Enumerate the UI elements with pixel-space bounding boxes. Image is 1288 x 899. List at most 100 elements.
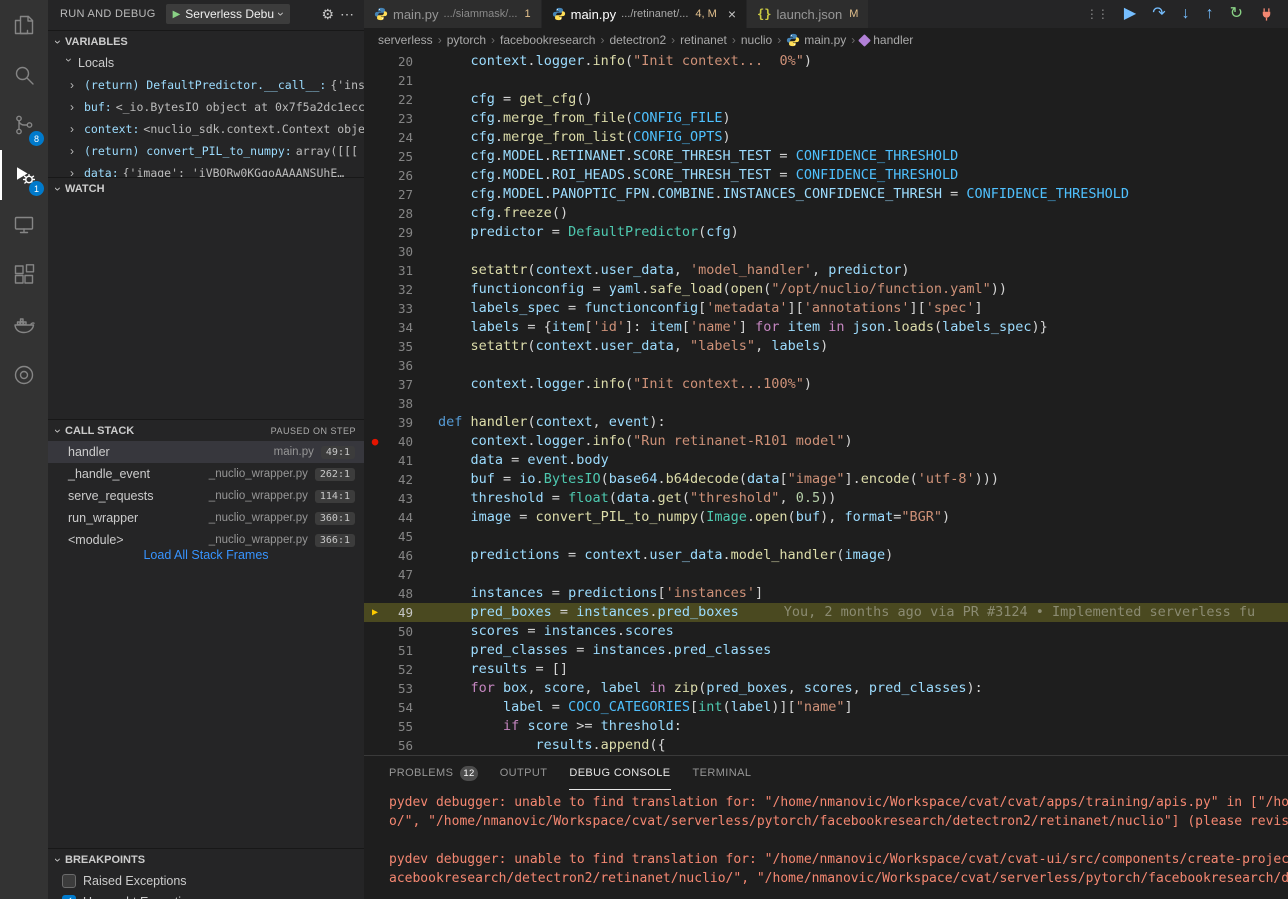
code-text[interactable]: instances = predictions['instances'] (413, 584, 1288, 603)
breakpoints-section-header[interactable]: › BREAKPOINTS (48, 848, 364, 870)
gutter-margin[interactable] (364, 185, 386, 204)
drag-handle-icon[interactable]: ⋮⋮ (1086, 8, 1108, 20)
code-text[interactable]: cfg.MODEL.RETINANET.SCORE_THRESH_TEST = … (413, 147, 1288, 166)
gutter-margin[interactable] (364, 565, 386, 584)
code-text[interactable]: cfg.MODEL.PANOPTIC_FPN.COMBINE.INSTANCES… (413, 185, 1288, 204)
gutter-margin[interactable] (364, 413, 386, 432)
code-text[interactable]: buf = io.BytesIO(base64.b64decode(data["… (413, 470, 1288, 489)
docker-icon[interactable] (0, 300, 48, 350)
code-text[interactable]: predictions = context.user_data.model_ha… (413, 546, 1288, 565)
disconnect-button-icon[interactable] (1259, 7, 1274, 22)
breadcrumb-item[interactable]: nuclio (741, 33, 772, 47)
gutter-margin[interactable] (364, 527, 386, 546)
gutter-margin[interactable] (364, 622, 386, 641)
code-text[interactable] (413, 242, 1288, 261)
gutter-margin[interactable] (364, 679, 386, 698)
gutter-margin[interactable] (364, 90, 386, 109)
start-debugging-icon[interactable]: ▶ (173, 9, 181, 20)
gutter-margin[interactable] (364, 394, 386, 413)
editor-tab[interactable]: main.py.../retinanet/...4, M× (542, 0, 747, 28)
gutter-margin[interactable] (364, 470, 386, 489)
code-text[interactable]: context.logger.info("Init context... 0%"… (413, 52, 1288, 71)
variable-item[interactable]: ›context:<nuclio_sdk.context.Context obj… (48, 118, 364, 140)
gutter-margin[interactable] (364, 280, 386, 299)
variable-item[interactable]: ›(return) convert_PIL_to_numpy:array([[[… (48, 140, 364, 162)
panel-tab-terminal[interactable]: TERMINAL (693, 756, 752, 790)
code-editor[interactable]: 20 context.logger.info("Init context... … (364, 52, 1288, 755)
panel-tab-output[interactable]: OUTPUT (500, 756, 548, 790)
panel-tab-debug-console[interactable]: DEBUG CONSOLE (569, 756, 670, 790)
gutter-margin[interactable] (364, 660, 386, 679)
code-text[interactable]: if score >= threshold: (413, 717, 1288, 736)
code-text[interactable]: cfg.merge_from_file(CONFIG_FILE) (413, 109, 1288, 128)
breakpoint-dot[interactable]: ● (364, 432, 386, 451)
gutter-margin[interactable] (364, 204, 386, 223)
code-text[interactable] (413, 565, 1288, 584)
checkbox[interactable] (62, 874, 76, 888)
code-text[interactable]: pred_boxes = instances.pred_boxesYou, 2 … (413, 603, 1288, 622)
continue-button-icon[interactable]: ▶ (1124, 6, 1136, 22)
breadcrumb-item[interactable]: retinanet (680, 33, 727, 47)
step-over-button-icon[interactable]: ↷ (1152, 6, 1165, 22)
gutter-margin[interactable] (364, 698, 386, 717)
variable-item[interactable]: ›(return) DefaultPredictor.__call__:{'in… (48, 74, 364, 96)
code-text[interactable]: results.append({ (413, 736, 1288, 755)
editor-tab[interactable]: {}launch.jsonM (747, 0, 869, 28)
more-actions-icon[interactable]: ⋯ (340, 6, 354, 23)
code-text[interactable]: pred_classes = instances.pred_classes (413, 641, 1288, 660)
gutter-margin[interactable] (364, 166, 386, 185)
code-text[interactable] (413, 356, 1288, 375)
code-text[interactable]: def handler(context, event): (413, 413, 1288, 432)
code-text[interactable]: cfg.freeze() (413, 204, 1288, 223)
circle-plugin-icon[interactable] (0, 350, 48, 400)
code-text[interactable]: image = convert_PIL_to_numpy(Image.open(… (413, 508, 1288, 527)
gutter-margin[interactable] (364, 71, 386, 90)
code-text[interactable] (413, 394, 1288, 413)
code-text[interactable] (413, 71, 1288, 90)
gutter-margin[interactable] (364, 318, 386, 337)
code-text[interactable]: labels = {item['id']: item['name'] for i… (413, 318, 1288, 337)
gutter-margin[interactable] (364, 52, 386, 71)
code-text[interactable]: setattr(context.user_data, "labels", lab… (413, 337, 1288, 356)
call-stack-section-header[interactable]: › CALL STACK PAUSED ON STEP (48, 419, 364, 441)
gutter-margin[interactable] (364, 489, 386, 508)
gutter-margin[interactable] (364, 128, 386, 147)
code-text[interactable]: results = [] (413, 660, 1288, 679)
gutter-margin[interactable] (364, 261, 386, 280)
gutter-margin[interactable] (364, 375, 386, 394)
gutter-margin[interactable] (364, 299, 386, 318)
run-and-debug-icon[interactable]: 1 (0, 150, 48, 200)
debug-config-dropdown[interactable]: ▶ Serverless Debu › (166, 4, 290, 24)
remote-explorer-icon[interactable] (0, 200, 48, 250)
gutter-margin[interactable] (364, 242, 386, 261)
source-control-icon[interactable]: 8 (0, 100, 48, 150)
gutter-margin[interactable] (364, 337, 386, 356)
gutter-margin[interactable] (364, 356, 386, 375)
breadcrumb-item[interactable]: serverless (378, 33, 433, 47)
breadcrumb-item[interactable]: handler (860, 33, 913, 47)
code-text[interactable]: threshold = float(data.get("threshold", … (413, 489, 1288, 508)
code-text[interactable]: predictor = DefaultPredictor(cfg) (413, 223, 1288, 242)
explorer-icon[interactable] (0, 0, 48, 50)
gutter-margin[interactable] (364, 584, 386, 603)
extensions-icon[interactable] (0, 250, 48, 300)
gutter-margin[interactable] (364, 451, 386, 470)
code-text[interactable]: labels_spec = functionconfig['metadata']… (413, 299, 1288, 318)
stack-frame[interactable]: _handle_event_nuclio_wrapper.py262:1 (48, 463, 364, 485)
code-text[interactable]: setattr(context.user_data, 'model_handle… (413, 261, 1288, 280)
code-text[interactable]: functionconfig = yaml.safe_load(open("/o… (413, 280, 1288, 299)
code-text[interactable]: scores = instances.scores (413, 622, 1288, 641)
load-all-stack-frames-link[interactable]: Load All Stack Frames (48, 548, 364, 562)
variables-scope-locals[interactable]: ›Locals (48, 52, 364, 74)
variable-item[interactable]: ›data:{'image': 'iVBORw0KGgoAAAANSUhE… (48, 162, 364, 177)
code-text[interactable]: for box, score, label in zip(pred_boxes,… (413, 679, 1288, 698)
code-text[interactable]: context.logger.info("Init context...100%… (413, 375, 1288, 394)
gutter-margin[interactable] (364, 717, 386, 736)
gutter-margin[interactable] (364, 508, 386, 527)
watch-section-header[interactable]: › WATCH (48, 177, 364, 199)
variables-section-header[interactable]: › VARIABLES (48, 30, 364, 52)
gutter-margin[interactable] (364, 641, 386, 660)
execution-pointer-icon[interactable]: ▶ (364, 603, 386, 622)
breadcrumb-item[interactable]: main.py (786, 33, 846, 47)
step-out-button-icon[interactable]: ↑ (1206, 6, 1214, 22)
